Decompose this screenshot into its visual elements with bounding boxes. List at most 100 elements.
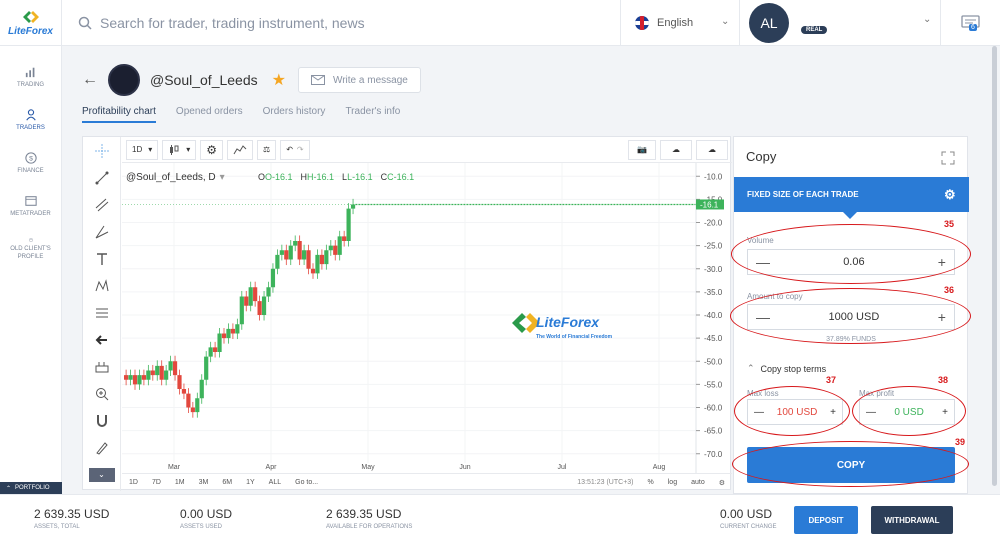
candle	[346, 208, 351, 241]
write-message-button[interactable]: Write a message	[297, 67, 421, 93]
sidebar-item-metatrader[interactable]: METATRADER	[0, 175, 61, 218]
log-toggle[interactable]: log	[661, 479, 684, 486]
assets-total: 2 639.35 USD ASSETS, TOTAL	[34, 507, 109, 530]
tab-profitability-chart[interactable]: Profitability chart	[82, 106, 156, 123]
measure-tool[interactable]	[83, 353, 120, 380]
lock-tool[interactable]	[83, 434, 120, 461]
goto-button[interactable]: Go to...	[288, 479, 325, 486]
deposit-button[interactable]: DEPOSIT	[794, 506, 858, 534]
candle	[155, 365, 160, 376]
range-3m[interactable]: 3M	[192, 479, 216, 486]
sidebar-item-label: FINANCE	[17, 168, 44, 174]
range-1y[interactable]: 1Y	[239, 479, 262, 486]
trader-header: ← @Soul_of_Leeds ★ Write a message	[82, 64, 421, 96]
chart-type-selector[interactable]: ▾	[162, 139, 197, 160]
chart-settings-button[interactable]: ⚙	[200, 139, 224, 160]
undo-button[interactable]: ↶ ↷	[280, 139, 310, 160]
withdrawal-button[interactable]: WITHDRAWAL	[871, 506, 953, 534]
assets-used: 0.00 USD ASSETS USED	[180, 507, 232, 530]
candle	[253, 287, 258, 302]
range-6m[interactable]: 6M	[215, 479, 239, 486]
magnet-tool[interactable]	[83, 407, 120, 434]
pattern-tool[interactable]	[83, 272, 120, 299]
back-arrow-icon[interactable]: ←	[82, 71, 98, 89]
range-1d[interactable]: 1D	[122, 479, 145, 486]
range-1m[interactable]: 1M	[168, 479, 192, 486]
annotation-number-35: 35	[944, 219, 955, 229]
indicators-button[interactable]	[227, 139, 254, 160]
tab-opened-orders[interactable]: Opened orders	[176, 106, 243, 123]
candle	[333, 245, 338, 255]
refresh-icon	[28, 238, 33, 242]
price-chart[interactable]: -10.0-15.0-20.0-25.0-30.0-35.0-40.0-45.0…	[122, 163, 732, 473]
sidebar-item-traders[interactable]: TRADERS	[0, 89, 61, 132]
account-menu[interactable]: AL REAL ⌄	[741, 0, 941, 46]
portfolio-button[interactable]: ⌃ PORTFOLIO	[0, 482, 62, 494]
favorite-star-icon[interactable]: ★	[272, 70, 286, 90]
candle	[172, 361, 178, 376]
tab-traders-info[interactable]: Trader's info	[345, 106, 400, 123]
fib-tool[interactable]	[83, 299, 120, 326]
sidebar-item-old-profile[interactable]: OLD CLIENT'S PROFILE	[0, 218, 61, 261]
gear-icon[interactable]: ⚙	[944, 187, 956, 203]
candle	[137, 375, 142, 385]
cloud-load-button[interactable]: ☁	[660, 139, 692, 160]
expand-icon[interactable]	[941, 151, 955, 165]
candle	[288, 245, 293, 260]
compare-button[interactable]: ⚖	[257, 139, 277, 160]
redo-icon[interactable]: ↷	[297, 145, 304, 154]
zoom-tool[interactable]	[83, 380, 120, 407]
copy-mode-bar[interactable]: FIXED SIZE OF EACH TRADE ⚙	[734, 177, 969, 212]
y-tick-label: -65.0	[704, 427, 723, 436]
candle	[181, 389, 187, 394]
crosshair-tool[interactable]	[83, 137, 120, 164]
notifications-button[interactable]: 6	[941, 0, 1000, 46]
pattern-icon	[95, 278, 108, 291]
cloud-upload-icon: ☁	[708, 145, 716, 154]
candle	[342, 236, 347, 241]
gear-icon[interactable]: ⚙	[712, 479, 732, 487]
y-tick-label: -10.0	[704, 172, 723, 181]
search-bar[interactable]: Search for trader, trading instrument, n…	[62, 0, 620, 46]
copy-stop-terms-toggle[interactable]: ⌃ Copy stop terms	[747, 363, 826, 374]
cloud-save-button[interactable]: ☁	[696, 139, 728, 160]
logo[interactable]: LiteForex	[0, 0, 62, 46]
channel-tool[interactable]	[83, 191, 120, 218]
text-icon	[96, 252, 107, 265]
arrow-tool[interactable]	[83, 326, 120, 353]
chart-time: 13:51:23 (UTC+3)	[577, 479, 634, 486]
annotation-number-37: 37	[826, 375, 837, 385]
avatar[interactable]: AL	[749, 3, 789, 43]
scrollbar[interactable]	[989, 46, 1000, 494]
y-tick-label: -60.0	[704, 404, 723, 413]
auto-toggle[interactable]: auto	[684, 479, 712, 486]
trend-line-tool[interactable]	[83, 164, 120, 191]
sidebar-item-finance[interactable]: $ FINANCE	[0, 132, 61, 175]
interval-label: 1D	[132, 145, 143, 154]
pitchfork-tool[interactable]	[83, 218, 120, 245]
y-tick-label: -70.0	[704, 450, 723, 459]
candle	[164, 370, 169, 380]
chevron-down-icon: ⌄	[721, 16, 730, 27]
language-selector[interactable]: English ⌄	[620, 0, 740, 46]
y-tick-label: -20.0	[704, 219, 723, 228]
channel-icon	[95, 198, 108, 211]
percent-toggle[interactable]: %	[641, 479, 661, 486]
search-placeholder[interactable]: Search for trader, trading instrument, n…	[100, 15, 365, 31]
range-7d[interactable]: 7D	[145, 479, 168, 486]
candle	[213, 347, 218, 352]
current-change: 0.00 USD CURRENT CHANGE	[720, 507, 777, 530]
range-all[interactable]: ALL	[262, 479, 288, 486]
candle	[270, 268, 276, 288]
candle	[244, 296, 249, 306]
candle	[199, 379, 204, 399]
text-tool[interactable]	[83, 245, 120, 272]
sidebar-item-trading[interactable]: TRADING	[0, 46, 61, 89]
current-change-value: 0.00 USD	[720, 507, 773, 521]
annotation-ellipse-36	[730, 288, 971, 344]
tab-orders-history[interactable]: Orders history	[263, 106, 326, 123]
screenshot-button[interactable]: 📷	[628, 139, 656, 160]
more-tools[interactable]: ⌄	[83, 461, 120, 488]
interval-selector[interactable]: 1D ▾	[126, 139, 159, 160]
fibonacci-icon	[95, 308, 108, 317]
